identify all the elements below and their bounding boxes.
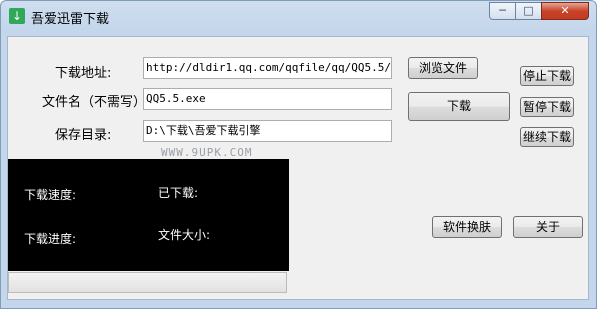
url-label: 下载地址: bbox=[55, 66, 112, 81]
savedir-input[interactable]: D:\下载\吾爱下载引擎 bbox=[143, 120, 392, 142]
speed-label: 下载速度: bbox=[24, 188, 77, 202]
window-title: 吾爱迅雷下载 bbox=[31, 12, 110, 27]
maximize-button[interactable]: □ bbox=[515, 2, 542, 20]
title-bar[interactable]: ↓ 吾爱迅雷下载 ─ □ ✕ bbox=[1, 1, 596, 31]
url-input[interactable]: http://dldir1.qq.com/qqfile/qq/QQ5.5/114… bbox=[143, 57, 392, 79]
filesize-label: 文件大小: bbox=[158, 228, 211, 242]
filename-input[interactable]: QQ5.5.exe bbox=[143, 88, 392, 110]
pause-download-button[interactable]: 暂停下载 bbox=[520, 97, 574, 117]
download-arrow-icon: ↓ bbox=[9, 8, 25, 24]
download-button[interactable]: 下载 bbox=[408, 92, 510, 121]
downloaded-label: 已下载: bbox=[158, 186, 199, 200]
status-panel: 下载速度: 已下载: 下载进度: 文件大小: bbox=[8, 159, 289, 271]
progress-label: 下载进度: bbox=[24, 232, 77, 246]
browse-button[interactable]: 浏览文件 bbox=[408, 57, 478, 79]
savedir-label: 保存目录: bbox=[55, 128, 112, 143]
stop-download-button[interactable]: 停止下载 bbox=[520, 66, 574, 86]
close-button[interactable]: ✕ bbox=[541, 2, 589, 20]
minimize-button[interactable]: ─ bbox=[489, 2, 516, 20]
watermark-text: WWW.9UPK.COM bbox=[161, 146, 253, 159]
about-button[interactable]: 关于 bbox=[513, 216, 583, 238]
download-progress-bar bbox=[8, 272, 287, 293]
change-skin-button[interactable]: 软件换肤 bbox=[432, 216, 502, 238]
resume-download-button[interactable]: 继续下载 bbox=[520, 127, 574, 147]
filename-label: 文件名（不需写） bbox=[42, 95, 147, 110]
